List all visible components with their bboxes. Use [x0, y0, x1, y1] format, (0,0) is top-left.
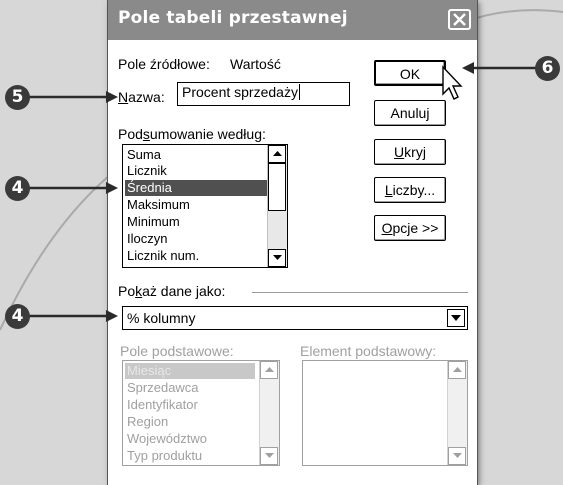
mouse-pointer-icon	[442, 65, 463, 100]
callout-arrows	[24, 62, 540, 322]
callout-step-4-show-data: 4	[5, 304, 30, 329]
callout-step-6: 6	[535, 56, 560, 81]
callout-step-5: 5	[5, 85, 30, 110]
callout-step-4-summarize: 4	[5, 176, 30, 201]
